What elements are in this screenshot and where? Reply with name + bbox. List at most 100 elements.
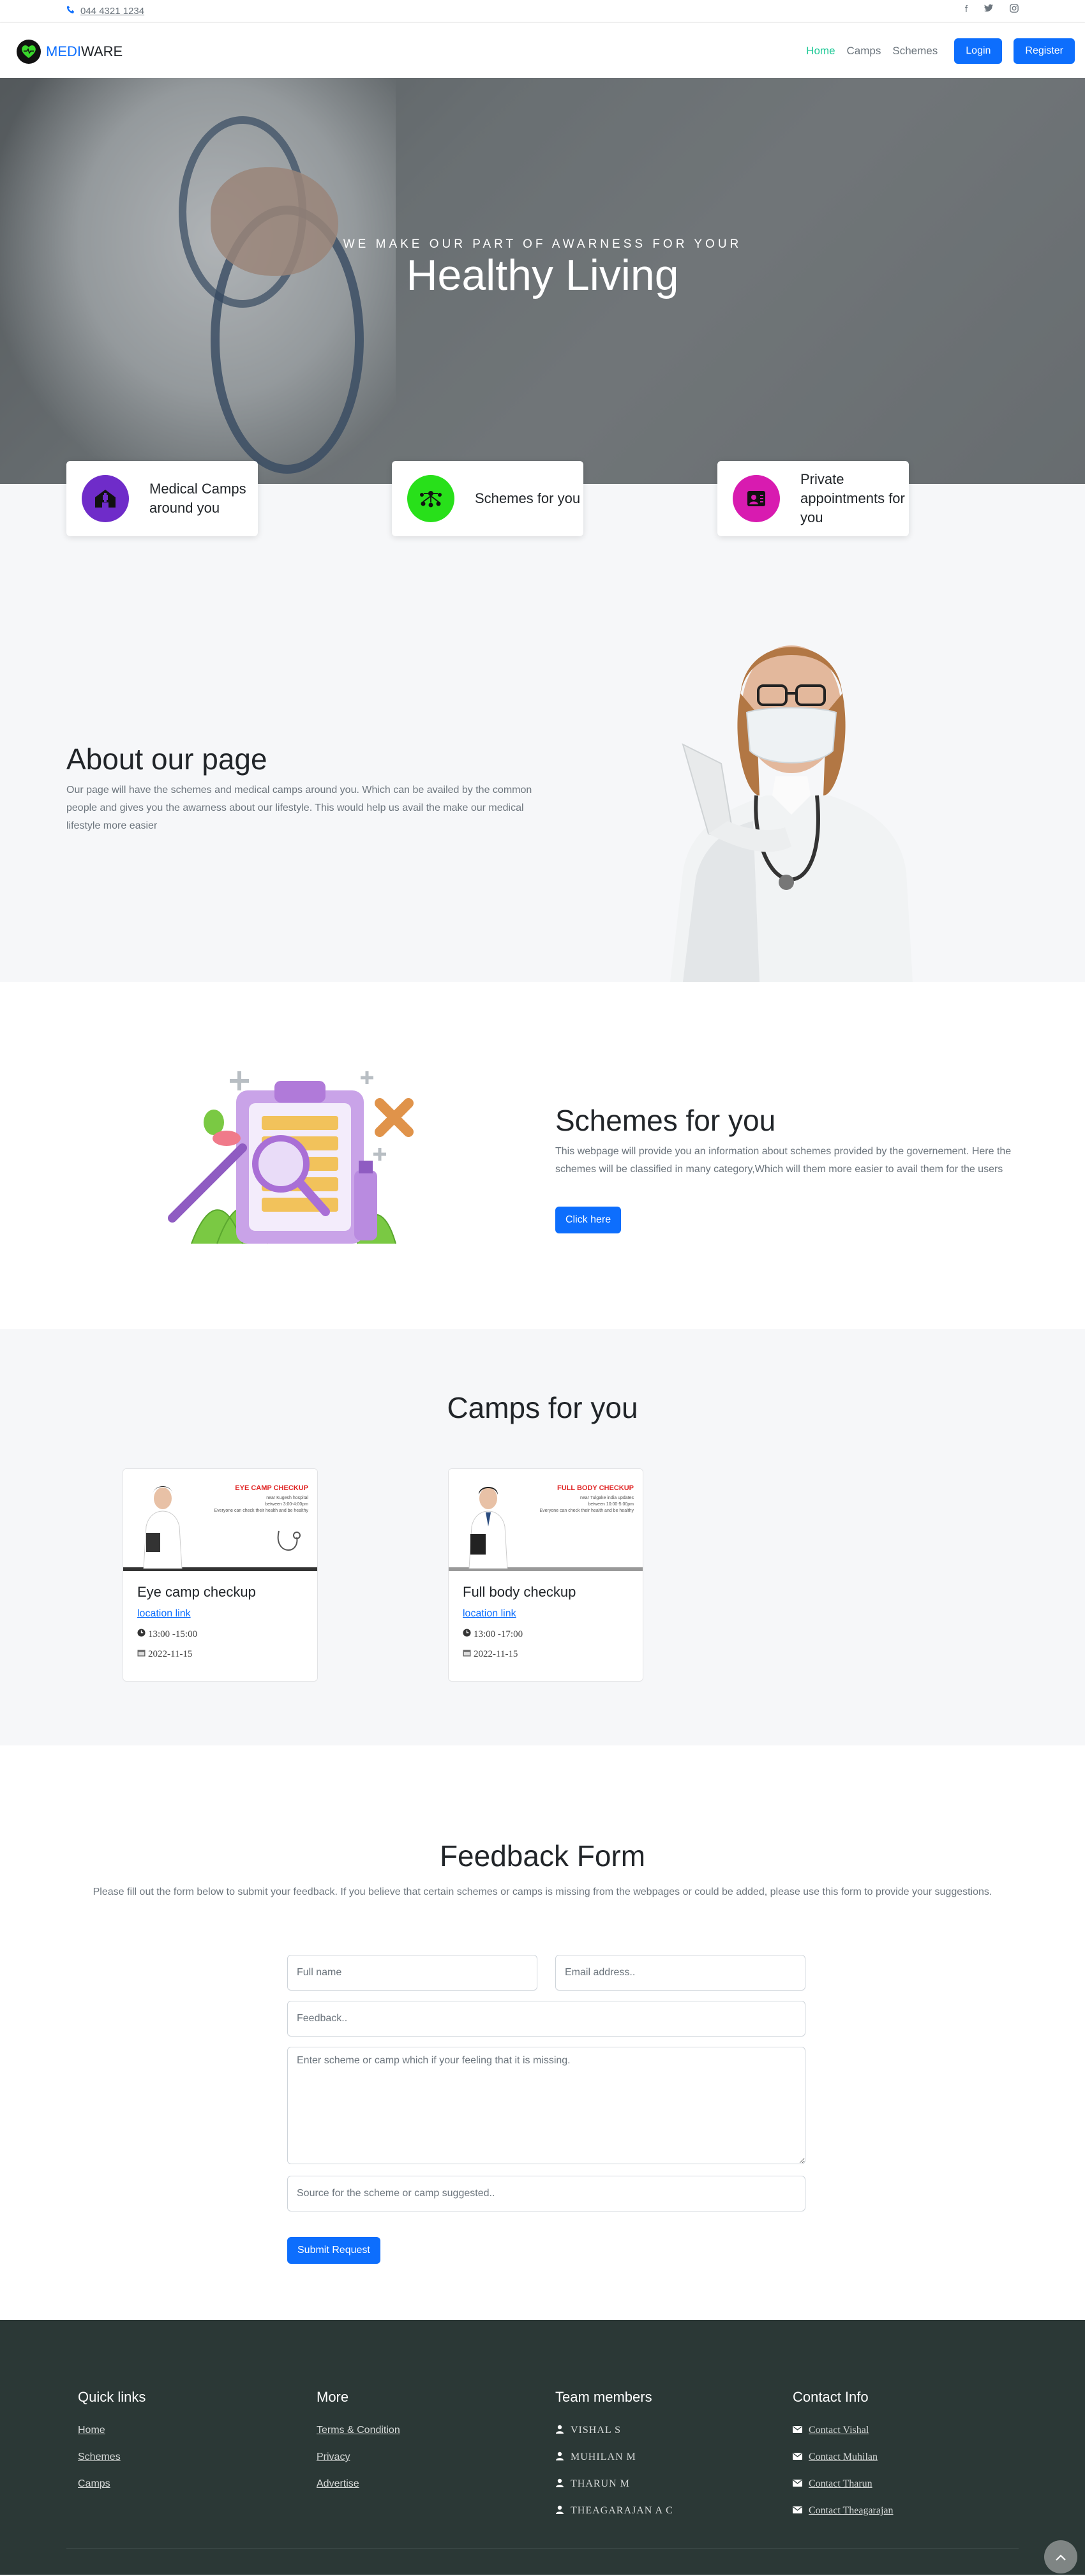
person-icon (555, 2425, 564, 2437)
feature-card-appointments[interactable]: Private appointments for you (717, 461, 909, 536)
envelope-icon (793, 2505, 802, 2517)
doctor-female-illustration (143, 1486, 183, 1569)
camp-time-value: 13:00 -15:00 (148, 1629, 198, 1639)
team-member-name: THARUN M (571, 2478, 630, 2489)
nav-link-schemes[interactable]: Schemes (892, 45, 938, 57)
schemes-section: Schemes for you This webpage will provid… (0, 982, 1085, 1329)
heart-logo-icon (17, 40, 41, 64)
team-member: THEAGARAJAN A C (555, 2497, 673, 2524)
person-icon (555, 2505, 564, 2517)
instagram-icon[interactable] (1010, 4, 1019, 15)
fullname-input[interactable] (287, 1955, 537, 1991)
about-title: About our page (66, 742, 267, 776)
camp-title: Full body checkup (463, 1584, 576, 1600)
camps-section: Camps for you EYE CAMP CHECKUP near Kuge… (0, 1329, 1085, 1745)
footer-contact: Contact Info Contact Vishal Contact Muhi… (793, 2389, 894, 2524)
calendar-icon (137, 1649, 146, 1660)
navbar: MEDI WARE Home Camps Schemes Login Regist… (0, 23, 1085, 78)
phone-number[interactable]: 044 4321 1234 (80, 6, 144, 17)
poster-line: near Kugesh hospital (266, 1496, 308, 1500)
phone-icon (66, 5, 75, 17)
contact-link-label: Contact Theagarajan (809, 2505, 894, 2516)
clipboard-illustration (168, 1071, 414, 1244)
hero-banner: WE MAKE OUR PART OF AWARNESS FOR YOUR He… (0, 78, 1085, 484)
team-member-name: MUHILAN M (571, 2452, 636, 2462)
email-input[interactable] (555, 1955, 805, 1991)
footer-link-camps[interactable]: Camps (78, 2471, 146, 2497)
poster-line: Everyone can check their health and be h… (214, 1509, 309, 1513)
camp-date: 2022-11-15 (137, 1649, 192, 1660)
contact-link-label: Contact Muhilan (809, 2452, 878, 2462)
contact-link-tharun[interactable]: Contact Tharun (793, 2471, 894, 2497)
footer-heading: Team members (555, 2389, 652, 2405)
footer-quick-links: Quick links Home Schemes Camps (78, 2389, 146, 2497)
submit-request-button[interactable]: Submit Request (287, 2237, 380, 2264)
nav-link-home[interactable]: Home (806, 45, 835, 57)
hero-title: Healthy Living (406, 251, 679, 299)
poster-title: EYE CAMP CHECKUP (235, 1484, 308, 1492)
feature-label: Private appointments for you (800, 471, 905, 525)
feature-label: Schemes for you (475, 490, 581, 506)
camp-time: 13:00 -17:00 (463, 1629, 523, 1640)
camp-poster: EYE CAMP CHECKUP near Kugesh hospital be… (123, 1469, 317, 1571)
stethoscope-icon (277, 1530, 301, 1551)
camp-location-link[interactable]: location link (137, 1608, 191, 1620)
poster-line: between 3:00-4:00pm (265, 1502, 308, 1507)
about-section: Medical Camps around you Schemes for you… (0, 461, 1085, 982)
missing-scheme-textarea[interactable] (287, 2047, 805, 2164)
about-text: Our page will have the schemes and medic… (66, 785, 532, 831)
poster-title: FULL BODY CHECKUP (557, 1484, 634, 1492)
contact-link-vishal[interactable]: Contact Vishal (793, 2417, 894, 2444)
poster-line: between 10:00-5:00pm (588, 1502, 634, 1507)
twitter-icon[interactable] (984, 4, 993, 15)
brand[interactable]: MEDI WARE (17, 40, 123, 64)
schemes-click-here-button[interactable]: Click here (555, 1207, 622, 1233)
phone-contact[interactable]: 044 4321 1234 (66, 5, 144, 17)
back-to-top-button[interactable] (1044, 2540, 1077, 2573)
camp-date: 2022-11-15 (463, 1649, 518, 1660)
camp-location-link[interactable]: location link (463, 1608, 516, 1620)
contact-link-label: Contact Tharun (809, 2478, 872, 2489)
source-input[interactable] (287, 2176, 805, 2211)
feedback-section: Feedback Form Please fill out the form b… (0, 1745, 1085, 2320)
footer-link-terms[interactable]: Terms & Condition (317, 2417, 400, 2444)
clock-icon (137, 1629, 146, 1640)
calendar-icon (463, 1649, 471, 1660)
envelope-icon (793, 2478, 802, 2490)
facebook-icon[interactable]: f (965, 4, 968, 15)
footer-link-advertise[interactable]: Advertise (317, 2471, 400, 2497)
nav-link-camps[interactable]: Camps (847, 45, 881, 57)
footer-link-privacy[interactable]: Privacy (317, 2444, 400, 2471)
hero-subtitle: WE MAKE OUR PART OF AWARNESS FOR YOUR (343, 237, 742, 251)
team-member-name: VISHAL S (571, 2425, 621, 2436)
network-icon (407, 475, 454, 522)
appointment-icon (733, 475, 780, 522)
camp-date-value: 2022-11-15 (148, 1649, 193, 1659)
schemes-title: Schemes for you (555, 1104, 776, 1137)
contact-link-label: Contact Vishal (809, 2425, 869, 2436)
contact-link-muhilan[interactable]: Contact Muhilan (793, 2444, 894, 2471)
team-member-name: THEAGARAJAN A C (571, 2505, 673, 2516)
camp-card-full-body[interactable]: FULL BODY CHECKUP near Tulgake india upd… (448, 1468, 643, 1682)
camp-date-value: 2022-11-15 (474, 1649, 518, 1659)
brand-name-part1: MEDI (46, 43, 81, 59)
footer: Quick links Home Schemes Camps More Term… (0, 2320, 1085, 2575)
feature-card-schemes[interactable]: Schemes for you (392, 461, 583, 536)
camp-time: 13:00 -15:00 (137, 1629, 197, 1640)
footer-heading: More (317, 2389, 349, 2405)
camps-title: Camps for you (447, 1391, 638, 1424)
team-member: THARUN M (555, 2471, 673, 2497)
chevron-up-icon (1055, 2549, 1066, 2565)
footer-link-schemes[interactable]: Schemes (78, 2444, 146, 2471)
camp-poster: FULL BODY CHECKUP near Tulgake india upd… (449, 1469, 643, 1571)
envelope-icon (793, 2452, 802, 2463)
register-button[interactable]: Register (1014, 38, 1075, 64)
feedback-input[interactable] (287, 2001, 805, 2037)
footer-link-home[interactable]: Home (78, 2417, 146, 2444)
feature-card-camps[interactable]: Medical Camps around you (66, 461, 258, 536)
doctor-illustration (670, 645, 913, 982)
contact-link-theagarajan[interactable]: Contact Theagarajan (793, 2497, 894, 2524)
camp-card-eye[interactable]: EYE CAMP CHECKUP near Kugesh hospital be… (123, 1468, 318, 1682)
login-button[interactable]: Login (954, 38, 1003, 64)
feedback-title: Feedback Form (439, 1839, 646, 1872)
